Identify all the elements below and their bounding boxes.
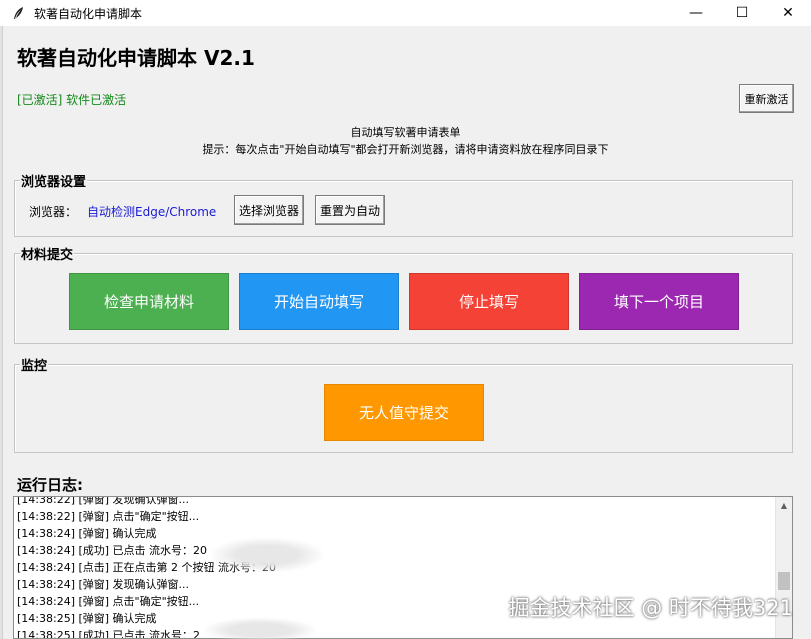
maximize-button[interactable]: ☐ xyxy=(719,0,765,26)
check-materials-button[interactable]: 检查申请材料 xyxy=(69,273,229,330)
log-line: [14:38:24] [点击] 正在点击第 2 个按钮 流水号：20 xyxy=(17,561,277,574)
redaction-blur xyxy=(212,538,322,572)
redaction-blur xyxy=(205,618,315,639)
app-window: 软著自动化申请脚本 — ☐ ✕ 软著自动化申请脚本 V2.1 [已激活] 软件已… xyxy=(0,0,811,639)
close-button[interactable]: ✕ xyxy=(765,0,811,26)
log-line: [14:38:24] [弹窗] 发现确认弹窗... xyxy=(17,578,190,591)
browser-value: 自动检测Edge/Chrome xyxy=(87,205,217,219)
log-line: [14:38:22] [弹窗] 发现确认弹窗... xyxy=(17,496,190,506)
scroll-up-arrow-icon[interactable]: ▲ xyxy=(776,497,792,514)
window-title: 软著自动化申请脚本 xyxy=(34,6,143,21)
watermark: 掘金技术社区 @ 时不待我321 xyxy=(508,596,793,620)
browser-label: 浏览器： xyxy=(29,205,78,219)
title-bar[interactable]: 软著自动化申请脚本 — ☐ ✕ xyxy=(0,0,811,26)
feather-icon xyxy=(14,7,23,19)
log-line: [14:38:25] [成功] 已点击 流水号：2 xyxy=(17,629,201,639)
reactivate-button[interactable]: 重新激活 xyxy=(739,84,794,113)
minimize-button[interactable]: — xyxy=(673,0,719,26)
page-title: 软著自动化申请脚本 V2.1 xyxy=(17,46,255,70)
stop-fill-button[interactable]: 停止填写 xyxy=(409,273,569,330)
activation-status: [已激活] 软件已激活 xyxy=(17,93,127,107)
start-autofill-button[interactable]: 开始自动填写 xyxy=(239,273,399,330)
browser-settings-title: 浏览器设置 xyxy=(20,171,88,190)
log-title: 运行日志: xyxy=(17,476,83,494)
scroll-thumb[interactable] xyxy=(778,572,790,590)
choose-browser-button[interactable]: 选择浏览器 xyxy=(234,195,304,225)
monitor-title: 监控 xyxy=(20,355,49,374)
window-edge xyxy=(0,26,3,639)
material-submit-title: 材料提交 xyxy=(20,244,75,263)
fill-next-project-button[interactable]: 填下一个项目 xyxy=(579,273,739,330)
reset-browser-button[interactable]: 重置为自动 xyxy=(315,195,385,225)
log-line: [14:38:22] [弹窗] 点击"确定"按钮... xyxy=(17,510,200,523)
log-line: [14:38:24] [弹窗] 确认完成 xyxy=(17,527,157,540)
hint-title: 自动填写软著申请表单 xyxy=(350,126,461,139)
unattended-submit-button[interactable]: 无人值守提交 xyxy=(324,384,484,441)
log-line: [14:38:24] [成功] 已点击 流水号：20 xyxy=(17,544,208,557)
hint-text: 提示：每次点击"开始自动填写"都会打开新浏览器，请将申请资料放在程序同目录下 xyxy=(202,143,609,156)
